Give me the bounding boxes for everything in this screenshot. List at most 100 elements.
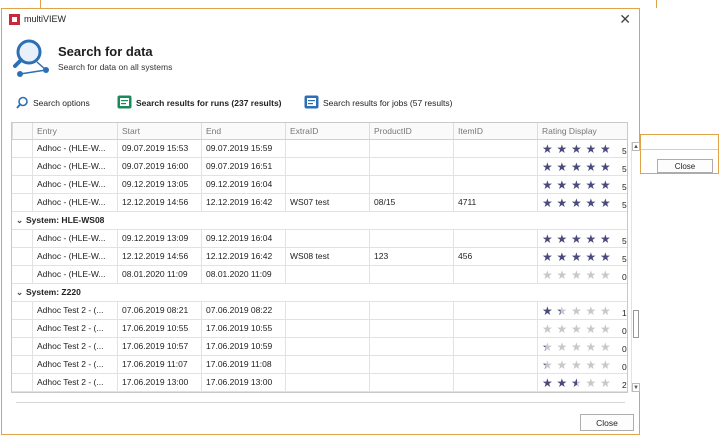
background-window-edge xyxy=(656,0,657,8)
table-row[interactable]: Adhoc Test 2 - (... 17.06.2019 13:00 17.06… xyxy=(12,374,627,392)
cell-start: 17.06.2019 10:57 xyxy=(117,338,201,355)
table-row[interactable]: Adhoc Test 2 - (... 17.06.2019 10:55 17.06… xyxy=(12,320,627,338)
cell-start: 17.06.2019 11:07 xyxy=(117,356,201,373)
cell-start: 17.06.2019 13:00 xyxy=(117,374,201,391)
tab-runs-results[interactable]: Search results for runs (237 results) xyxy=(117,95,282,111)
star-icon: ★ xyxy=(556,304,568,318)
row-indent xyxy=(12,248,32,265)
rating-value: 0,3 xyxy=(622,362,627,372)
star-icon: ★ xyxy=(542,196,553,210)
column-header-entry[interactable]: Entry xyxy=(32,123,117,139)
runs-results-icon xyxy=(117,95,132,111)
tab-jobs-results[interactable]: Search results for jobs (57 results) xyxy=(304,95,452,111)
column-header-itemid[interactable]: ItemID xyxy=(453,123,537,139)
star-icon: ★ xyxy=(571,160,582,174)
rating-value: 5,0 xyxy=(622,236,627,246)
cell-end: 12.12.2019 16:42 xyxy=(201,248,285,265)
star-icon: ★ xyxy=(600,376,611,390)
star-icon: ★ xyxy=(585,358,597,372)
star-icon: ★ xyxy=(571,250,582,264)
cell-extraid xyxy=(285,140,369,157)
star-icon: ★ xyxy=(585,142,597,156)
cell-rating: ★★★★★0,3 xyxy=(537,338,627,355)
star-icon: ★ xyxy=(556,142,568,156)
cell-entry: Adhoc - (HLE-W... xyxy=(32,194,117,211)
cell-extraid xyxy=(285,158,369,175)
star-icon: ★ xyxy=(542,358,553,372)
cell-entry: Adhoc Test 2 - (... xyxy=(32,302,117,319)
cell-productid xyxy=(369,338,453,355)
cell-extraid xyxy=(285,320,369,337)
close-button[interactable]: Close xyxy=(580,414,634,431)
row-indent xyxy=(12,194,32,211)
search-data-icon xyxy=(13,39,49,77)
tab-label: Search results for jobs (57 results) xyxy=(323,98,453,108)
star-icon: ★ xyxy=(542,322,553,336)
row-indent xyxy=(12,320,32,337)
cell-extraid: WS08 test xyxy=(285,248,369,265)
table-row[interactable]: Adhoc - (HLE-W... 09.07.2019 15:53 09.07.2… xyxy=(12,140,627,158)
cell-productid xyxy=(369,230,453,247)
cell-entry: Adhoc - (HLE-W... xyxy=(32,140,117,157)
magnifier-icon xyxy=(16,96,29,111)
scroll-thumb[interactable] xyxy=(633,310,639,338)
table-row[interactable]: Adhoc Test 2 - (... 17.06.2019 11:07 17.06… xyxy=(12,356,627,374)
table-row[interactable]: Adhoc - (HLE-W... 12.12.2019 14:56 12.12.2… xyxy=(12,194,627,212)
cell-extraid xyxy=(285,338,369,355)
star-icon: ★ xyxy=(542,250,553,264)
star-icon: ★ xyxy=(600,250,611,264)
table-row[interactable]: Adhoc - (HLE-W... 09.07.2019 16:00 09.07.2… xyxy=(12,158,627,176)
close-icon[interactable]: ✕ xyxy=(619,11,631,27)
cell-entry: Adhoc - (HLE-W... xyxy=(32,248,117,265)
column-header-extraid[interactable]: ExtraID xyxy=(285,123,369,139)
star-icon: ★ xyxy=(585,304,597,318)
column-header-productid[interactable]: ProductID xyxy=(369,123,453,139)
cell-entry: Adhoc - (HLE-W... xyxy=(32,230,117,247)
cell-end: 07.06.2019 08:22 xyxy=(201,302,285,319)
cell-rating: ★★★★★5,0 xyxy=(537,158,627,175)
grid-header: Entry Start End ExtraID ProductID ItemID… xyxy=(12,123,627,140)
cell-extraid xyxy=(285,302,369,319)
chevron-down-icon[interactable]: ⌄ xyxy=(16,284,26,301)
rating-value: 0,3 xyxy=(622,344,627,354)
rating-value: 0,0 xyxy=(622,272,627,282)
background-close-button[interactable]: Close xyxy=(657,159,713,173)
scroll-up-icon[interactable]: ▲ xyxy=(632,142,640,151)
table-row[interactable]: Adhoc - (HLE-W... 12.12.2019 14:56 12.12.2… xyxy=(12,248,627,266)
chevron-down-icon[interactable]: ⌄ xyxy=(16,212,26,229)
tab-search-options[interactable]: Search options xyxy=(16,95,90,111)
vertical-scrollbar[interactable]: ▲ ▼ xyxy=(631,142,640,392)
star-icon: ★ xyxy=(542,178,553,192)
cell-start: 09.07.2019 15:53 xyxy=(117,140,201,157)
table-row[interactable]: Adhoc - (HLE-W... 08.01.2020 11:09 08.01.2… xyxy=(12,266,627,284)
star-icon: ★ xyxy=(585,196,597,210)
star-icon: ★ xyxy=(585,340,597,354)
table-row[interactable]: Adhoc Test 2 - (... 07.06.2019 08:21 07.06… xyxy=(12,302,627,320)
column-header-end[interactable]: End xyxy=(201,123,285,139)
cell-productid xyxy=(369,176,453,193)
cell-rating: ★★★★★5,0 xyxy=(537,140,627,157)
table-row[interactable]: Adhoc Test 2 - (... 17.06.2019 10:57 17.06… xyxy=(12,338,627,356)
group-row[interactable]: ⌄ System: Z220 xyxy=(12,284,627,302)
cell-itemid: 456 xyxy=(453,248,537,265)
table-row[interactable]: Adhoc - (HLE-W... 09.12.2019 13:09 09.12.2… xyxy=(12,230,627,248)
star-icon: ★ xyxy=(585,376,597,390)
column-header-rating-display[interactable]: Rating Display xyxy=(537,123,627,139)
cell-productid: 123 xyxy=(369,248,453,265)
search-dialog: multiVIEW ✕ Search for data Search for d… xyxy=(1,8,640,435)
table-row[interactable]: Adhoc - (HLE-W... 09.12.2019 13:05 09.12.2… xyxy=(12,176,627,194)
window-title: multiVIEW xyxy=(24,14,67,24)
group-label: ⌄ System: HLE-WS08 xyxy=(16,212,104,229)
star-icon: ★ xyxy=(556,232,568,246)
star-icon: ★ xyxy=(542,142,553,156)
cell-start: 08.01.2020 11:09 xyxy=(117,266,201,283)
cell-start: 09.07.2019 16:00 xyxy=(117,158,201,175)
star-icon: ★ xyxy=(571,304,582,318)
scroll-down-icon[interactable]: ▼ xyxy=(632,383,640,392)
cell-itemid xyxy=(453,356,537,373)
cell-start: 12.12.2019 14:56 xyxy=(117,248,201,265)
group-row[interactable]: ⌄ System: HLE-WS08 xyxy=(12,212,627,230)
star-icon: ★ xyxy=(600,340,611,354)
column-header-start[interactable]: Start xyxy=(117,123,201,139)
cell-rating: ★★★★★5,0 xyxy=(537,176,627,193)
